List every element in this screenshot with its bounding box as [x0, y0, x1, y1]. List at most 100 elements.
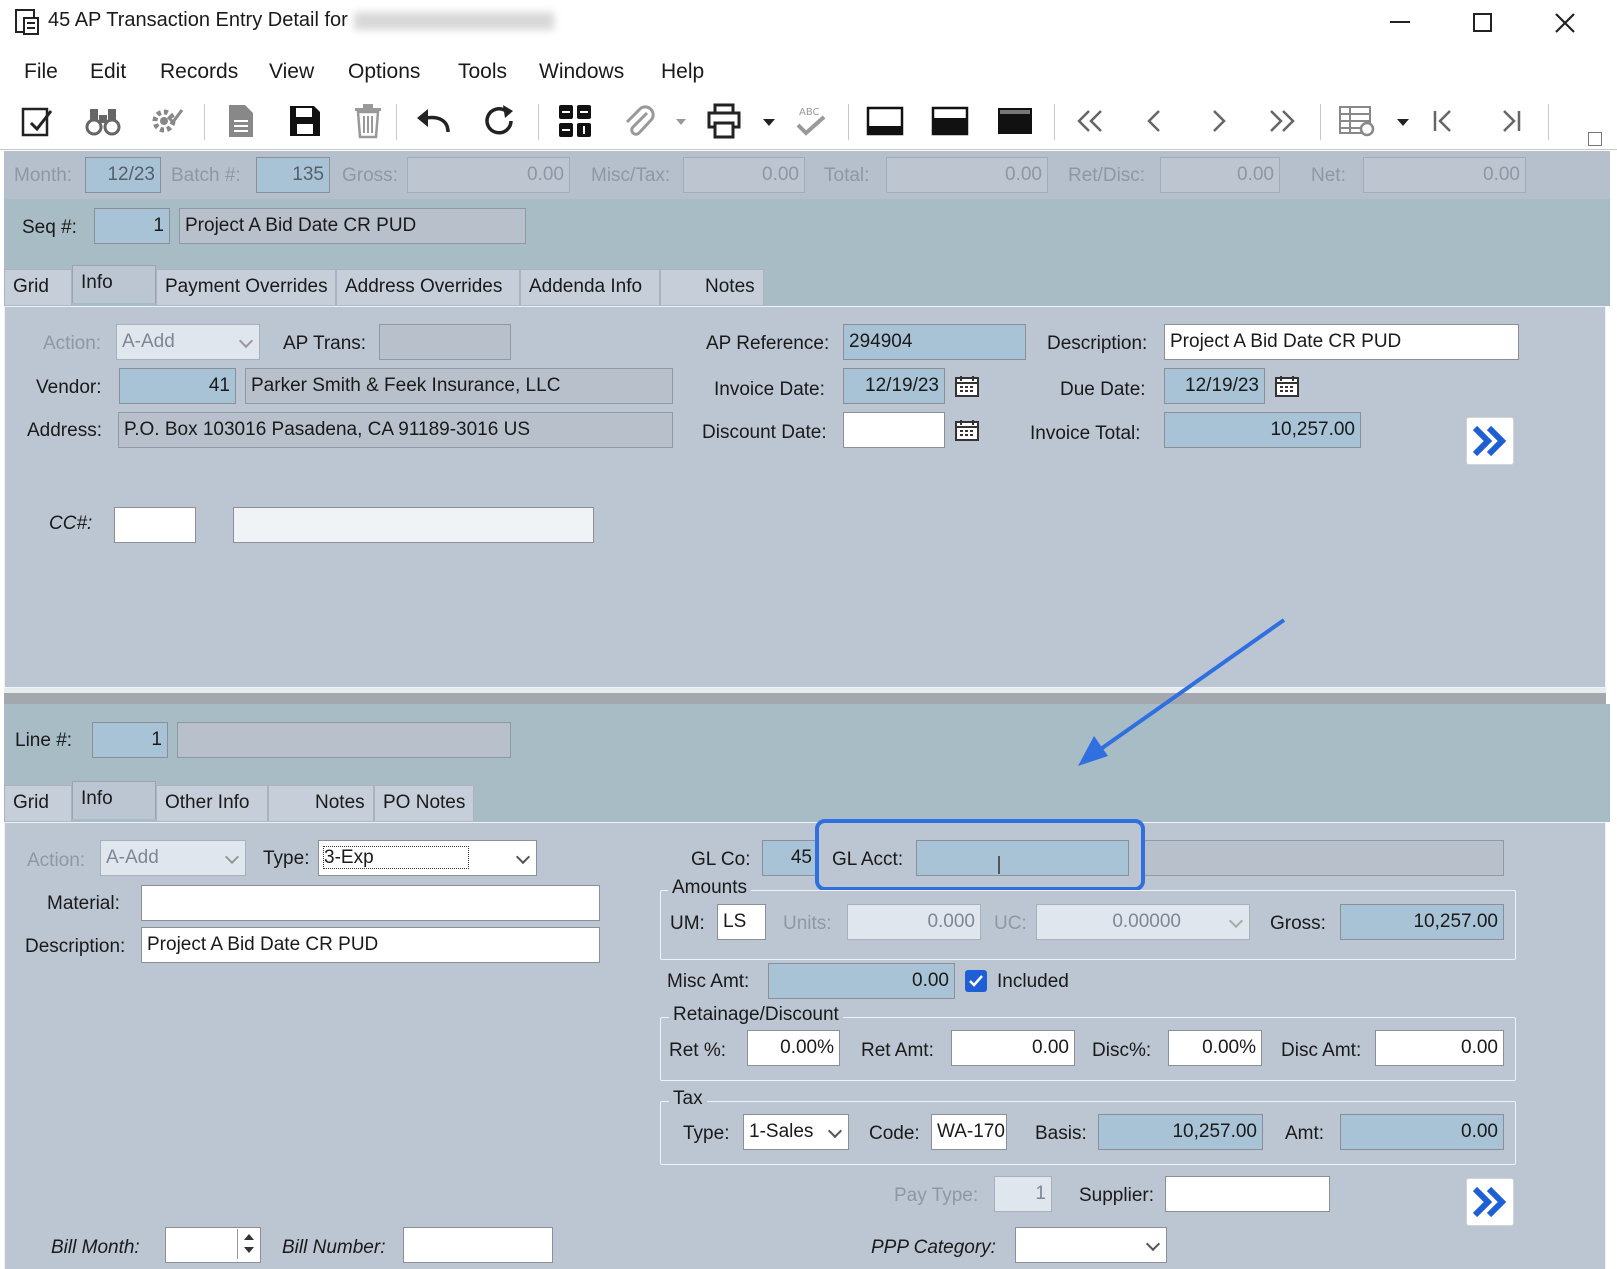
- retdisc-total-field: 0.00: [1160, 157, 1280, 193]
- table-settings-icon[interactable]: [1334, 94, 1380, 148]
- tab-payment-overrides[interactable]: Payment Overrides: [156, 269, 336, 305]
- new-document-icon[interactable]: [218, 94, 264, 148]
- spellcheck-icon[interactable]: ABC: [788, 94, 834, 148]
- cc-number-field[interactable]: [114, 507, 196, 543]
- misc-amt-field[interactable]: 0.00: [768, 963, 955, 999]
- settings-check-icon[interactable]: [143, 94, 189, 148]
- disc-amt-label: Disc Amt:: [1281, 1040, 1362, 1061]
- title-bar: 45 AP Transaction Entry Detail for: [0, 0, 1617, 45]
- line-info-panel: Action: A-Add Type: 3-Exp GL Co: 45 GL A…: [4, 819, 1606, 1269]
- bill-number-field[interactable]: [403, 1227, 553, 1263]
- binoculars-icon[interactable]: [80, 94, 126, 148]
- units-field: 0.000: [847, 904, 981, 940]
- menu-file[interactable]: File: [24, 60, 58, 84]
- next-section-button[interactable]: [1466, 417, 1514, 465]
- attach-dropdown-icon[interactable]: [676, 119, 686, 125]
- material-field[interactable]: [141, 885, 600, 921]
- menu-tools[interactable]: Tools: [458, 60, 507, 84]
- table-settings-dropdown-icon[interactable]: [1397, 119, 1409, 126]
- line-tab-grid[interactable]: Grid: [4, 785, 72, 821]
- supplier-field[interactable]: [1165, 1176, 1330, 1212]
- invoice-date-field[interactable]: 12/19/23: [843, 368, 945, 404]
- aptrans-field: [379, 324, 511, 360]
- line-label: Line #:: [15, 730, 73, 751]
- tab-address-overrides[interactable]: Address Overrides: [336, 269, 520, 305]
- last-record-icon[interactable]: [1259, 94, 1305, 148]
- ap-reference-field[interactable]: 294904: [843, 324, 1026, 360]
- disc-pct-label: Disc%:: [1092, 1040, 1152, 1061]
- tab-addenda-info[interactable]: Addenda Info: [520, 269, 660, 305]
- layout-bottom-icon[interactable]: [862, 94, 908, 148]
- attach-icon[interactable]: [616, 94, 662, 148]
- minimize-icon[interactable]: [1390, 21, 1410, 23]
- total-label: Total:: [824, 165, 870, 186]
- tax-basis-field[interactable]: 10,257.00: [1098, 1114, 1263, 1150]
- tax-amt-field[interactable]: 0.00: [1340, 1114, 1504, 1150]
- ppp-category-label: PPP Category:: [871, 1237, 996, 1258]
- month-label: Month:: [14, 165, 73, 186]
- um-label: UM:: [670, 913, 705, 934]
- edit-icon[interactable]: [14, 94, 60, 148]
- tax-code-field[interactable]: WA-170: [931, 1114, 1007, 1150]
- layout-middle-icon[interactable]: [927, 94, 973, 148]
- tax-type-dropdown[interactable]: 1-Sales: [743, 1114, 849, 1150]
- supplier-label: Supplier:: [1079, 1185, 1154, 1206]
- print-dropdown-icon[interactable]: [763, 119, 775, 126]
- undo-icon[interactable]: [410, 94, 456, 148]
- menu-view[interactable]: View: [269, 60, 314, 84]
- line-type-dropdown[interactable]: 3-Exp: [318, 840, 537, 876]
- due-date-field[interactable]: 12/19/23: [1164, 368, 1265, 404]
- first-record-icon[interactable]: [1067, 94, 1113, 148]
- tax-basis-label: Basis:: [1035, 1123, 1087, 1144]
- menu-help[interactable]: Help: [661, 60, 704, 84]
- line-gross-field[interactable]: 10,257.00: [1340, 904, 1504, 940]
- close-icon[interactable]: [1554, 12, 1576, 34]
- ret-pct-field[interactable]: 0.00%: [747, 1030, 840, 1066]
- next-record-icon[interactable]: [1195, 94, 1241, 148]
- discount-date-field[interactable]: [843, 412, 945, 448]
- gl-co-field[interactable]: 45: [762, 840, 818, 876]
- menu-options[interactable]: Options: [348, 60, 420, 84]
- delete-icon[interactable]: [345, 94, 391, 148]
- previous-record-icon[interactable]: [1132, 94, 1178, 148]
- last-page-icon[interactable]: [1486, 94, 1532, 148]
- cc-description-field[interactable]: [233, 507, 594, 543]
- refresh-icon[interactable]: [476, 94, 522, 148]
- vendor-number-field[interactable]: 41: [119, 368, 236, 404]
- save-icon[interactable]: [282, 94, 328, 148]
- menu-records[interactable]: Records: [160, 60, 238, 84]
- discount-date-calendar-icon[interactable]: [950, 413, 984, 447]
- line-tab-po-notes[interactable]: PO Notes: [374, 785, 474, 821]
- ret-amt-label: Ret Amt:: [861, 1040, 934, 1061]
- ret-amt-field[interactable]: 0.00: [951, 1030, 1075, 1066]
- um-field[interactable]: LS: [717, 904, 766, 940]
- ppp-category-dropdown[interactable]: [1015, 1227, 1167, 1263]
- toolbar-overflow-icon[interactable]: [1588, 132, 1602, 146]
- line-next-section-button[interactable]: [1466, 1178, 1514, 1226]
- menu-windows[interactable]: Windows: [539, 60, 624, 84]
- tab-grid[interactable]: Grid: [4, 269, 72, 305]
- tab-notes[interactable]: Notes: [660, 269, 764, 305]
- line-tab-other-info[interactable]: Other Info: [156, 785, 268, 821]
- print-icon[interactable]: [701, 94, 747, 148]
- disc-pct-field[interactable]: 0.00%: [1168, 1030, 1262, 1066]
- description-field[interactable]: Project A Bid Date CR PUD: [1164, 324, 1519, 360]
- seq-field[interactable]: 1: [94, 208, 170, 244]
- disc-amt-field[interactable]: 0.00: [1375, 1030, 1504, 1066]
- included-checkbox[interactable]: [965, 970, 987, 992]
- invoice-date-calendar-icon[interactable]: [950, 369, 984, 403]
- first-page-icon[interactable]: [1422, 94, 1468, 148]
- invoice-total-field[interactable]: 10,257.00: [1164, 412, 1361, 448]
- tab-info[interactable]: Info: [72, 265, 156, 303]
- line-number-field[interactable]: 1: [92, 722, 168, 758]
- line-item-description-field[interactable]: Project A Bid Date CR PUD: [141, 927, 600, 963]
- due-date-calendar-icon[interactable]: [1270, 369, 1304, 403]
- menu-edit[interactable]: Edit: [90, 60, 126, 84]
- bill-month-spinner[interactable]: [237, 1229, 259, 1259]
- layout-full-icon[interactable]: [992, 94, 1038, 148]
- maximize-icon[interactable]: [1473, 13, 1492, 32]
- invoice-date-label: Invoice Date:: [714, 379, 825, 400]
- line-tab-info[interactable]: Info: [72, 781, 156, 819]
- grid-icon[interactable]: [552, 94, 598, 148]
- line-tab-notes[interactable]: Notes: [268, 785, 374, 821]
